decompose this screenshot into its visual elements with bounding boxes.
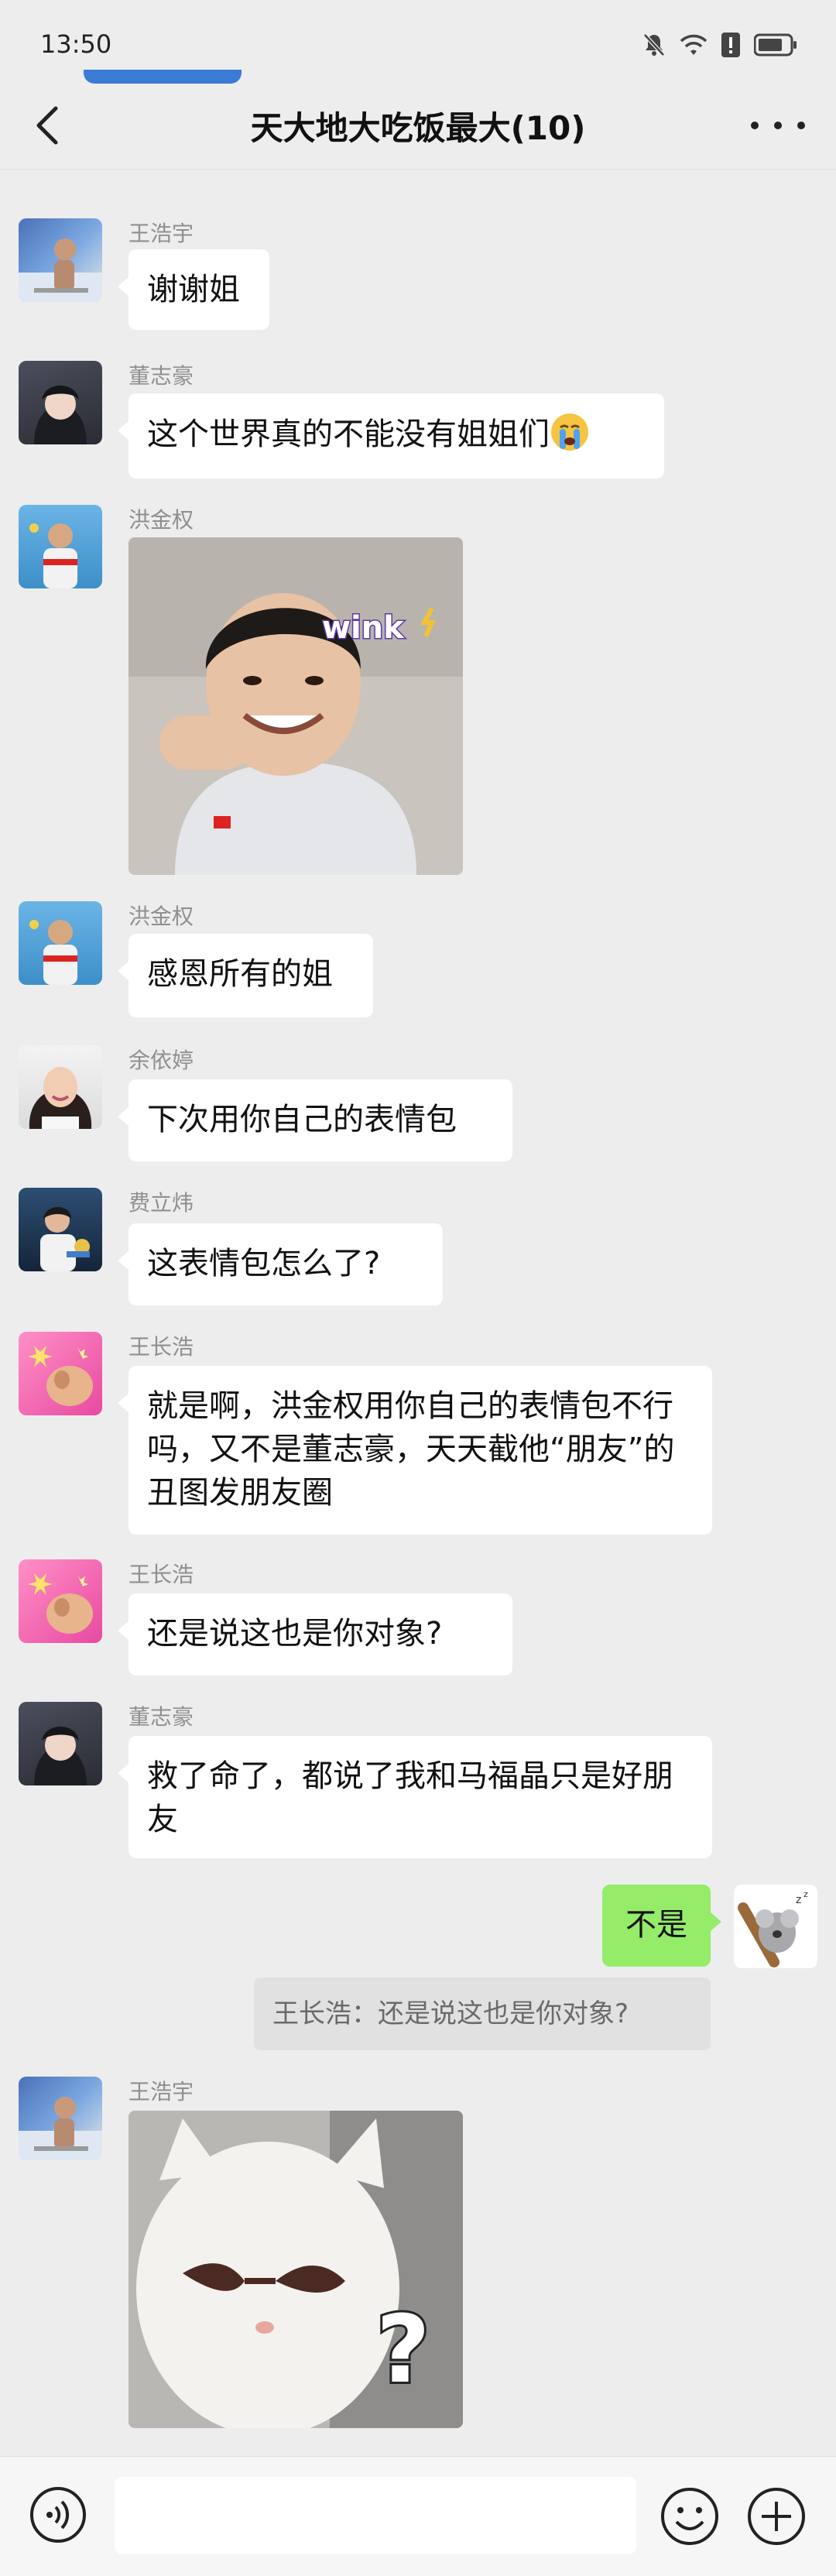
emoji-icon: [661, 2488, 718, 2545]
avatar[interactable]: [19, 361, 102, 444]
sender-name: 王浩宇: [128, 221, 194, 246]
avatar[interactable]: [19, 901, 102, 985]
message-bubble[interactable]: 下次用你自己的表情包: [118, 1079, 512, 1161]
svg-text:z: z: [803, 1889, 808, 1899]
quoted-message[interactable]: 王长浩：还是说这也是你对象?: [254, 1977, 711, 2050]
more-icon-dot: [797, 122, 805, 129]
avatar[interactable]: [19, 1188, 102, 1271]
svg-text:z: z: [796, 1894, 801, 1906]
message-bubble[interactable]: 这个世界真的不能没有姐姐们: [118, 393, 664, 478]
chat-title: 天大地大吃饭最大(10): [250, 109, 586, 147]
message-bubble[interactable]: 救了命了，都说了我和马福晶只是好朋友: [118, 1736, 712, 1858]
more-icon-dot: [774, 122, 782, 129]
avatar[interactable]: [19, 1702, 102, 1785]
avatar[interactable]: [19, 1045, 102, 1129]
voice-icon: [30, 2487, 86, 2543]
input-bar: [0, 2456, 836, 2576]
sender-name: 王长浩: [128, 1562, 194, 1587]
status-bar: 13:50: [0, 0, 836, 85]
emoji-button[interactable]: [660, 2486, 720, 2547]
voice-button[interactable]: [29, 2486, 87, 2543]
mute-bell-icon: [642, 33, 666, 57]
avatar[interactable]: [19, 1559, 102, 1643]
sender-name: 费立炜: [128, 1190, 194, 1216]
sender-name: 董志豪: [128, 363, 194, 389]
message-bubble[interactable]: 谢谢姐: [118, 249, 269, 330]
sender-name: 董志豪: [128, 1704, 194, 1730]
plus-button[interactable]: [746, 2486, 807, 2547]
message-bubble[interactable]: 感恩所有的姐: [118, 934, 373, 1017]
plus-icon: [748, 2488, 805, 2545]
sticker-caption: wink: [322, 610, 405, 646]
battery-icon: [754, 33, 797, 57]
message-bubble[interactable]: 还是说这也是你对象?: [118, 1593, 512, 1676]
sender-name: 洪金权: [128, 507, 194, 533]
sender-name: 王长浩: [128, 1334, 194, 1360]
my-avatar[interactable]: zz: [734, 1885, 817, 1968]
sender-name: 王浩宇: [128, 2079, 194, 2104]
status-icons: [642, 31, 797, 59]
avatar[interactable]: [19, 2077, 102, 2160]
status-time: 13:50: [40, 29, 112, 59]
crying-emoji-icon: [551, 413, 588, 451]
message-bubble[interactable]: 就是啊，洪金权用你自己的表情包不行吗，又不是董志豪，天天截他“朋友”的丑图发朋友…: [118, 1366, 712, 1535]
avatar[interactable]: [19, 218, 102, 302]
floating-indicator: [84, 70, 242, 84]
message-input[interactable]: [115, 2477, 636, 2554]
more-button[interactable]: [751, 108, 805, 142]
message-text: 这个世界真的不能没有姐姐们: [147, 417, 550, 452]
sticker-caption: ?: [376, 2296, 430, 2404]
sticker-image[interactable]: wink: [128, 537, 463, 875]
avatar[interactable]: [19, 1332, 102, 1415]
alert-icon: [721, 33, 740, 57]
message-bubble[interactable]: 这表情包怎么了?: [118, 1223, 443, 1305]
sender-name: 洪金权: [128, 904, 194, 929]
my-message-bubble[interactable]: 不是: [602, 1885, 721, 1967]
avatar[interactable]: [19, 505, 102, 588]
chat-header: 天大地大吃饭最大(10): [0, 85, 836, 166]
header-divider: [0, 169, 836, 170]
wifi-icon: [680, 33, 708, 57]
sender-name: 余依婷: [128, 1048, 194, 1073]
sticker-image[interactable]: ?: [128, 2111, 463, 2428]
more-icon-dot: [751, 122, 759, 129]
